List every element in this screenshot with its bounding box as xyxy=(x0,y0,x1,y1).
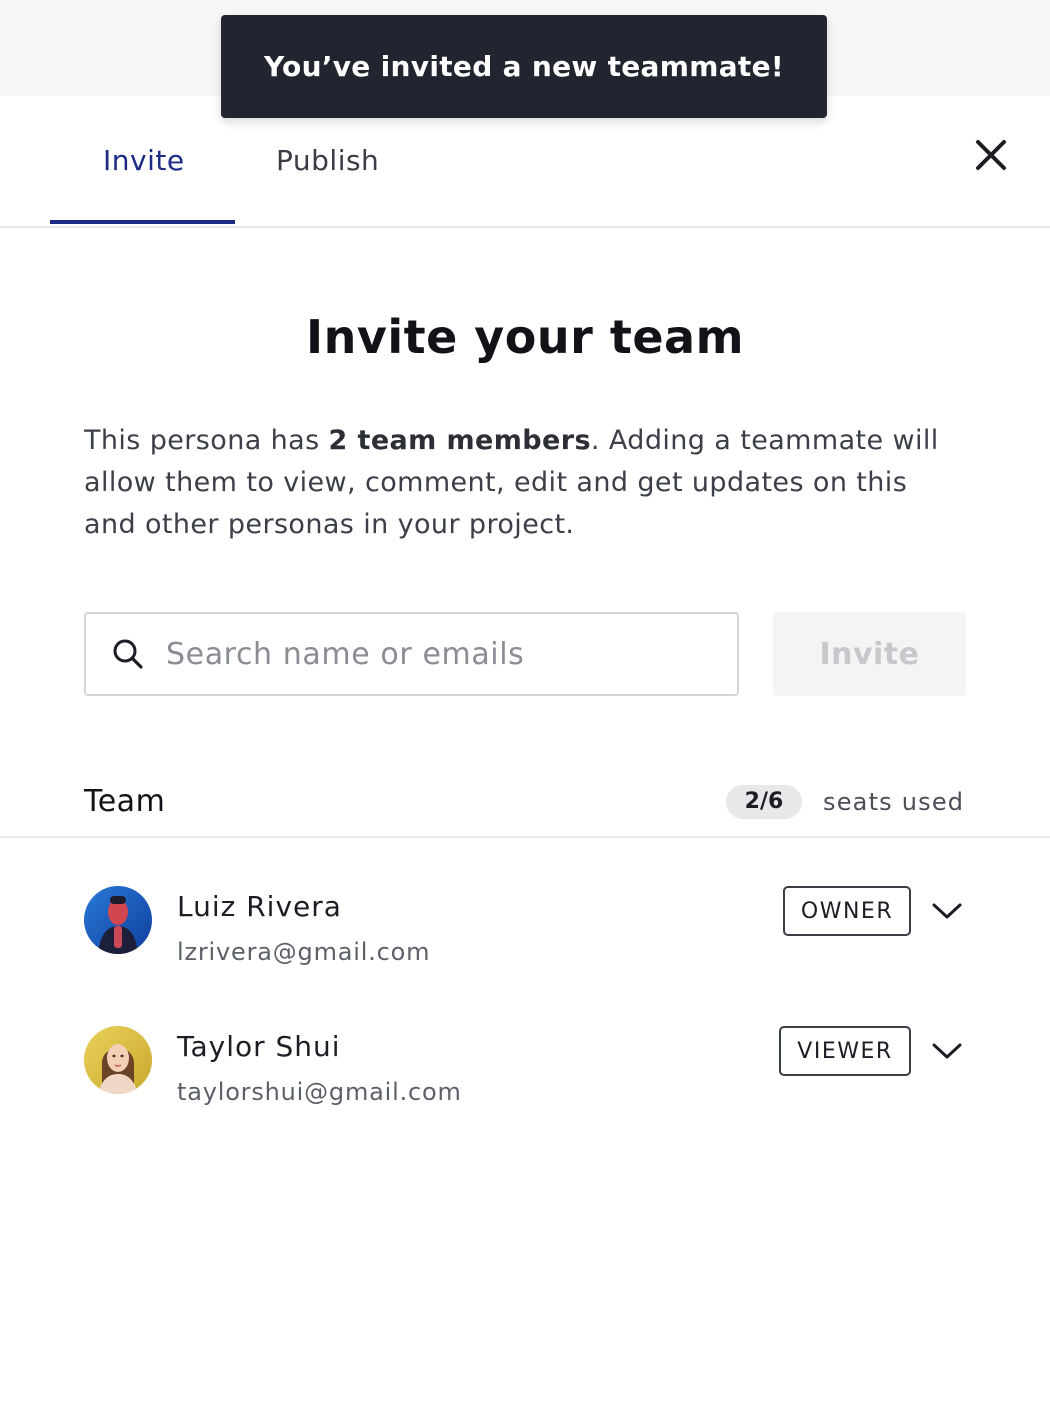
invite-button[interactable]: Invite xyxy=(773,612,966,696)
avatar xyxy=(84,886,152,954)
team-member-row: Luiz Rivera lzrivera@gmail.com OWNER xyxy=(0,886,1050,996)
member-name: Luiz Rivera xyxy=(177,890,342,923)
avatar xyxy=(84,1026,152,1094)
chevron-down-icon[interactable] xyxy=(930,1038,964,1064)
seats-badge: 2/6 xyxy=(726,785,802,819)
toast-notification: You’ve invited a new teammate! xyxy=(221,15,827,118)
search-icon xyxy=(110,636,146,672)
description-text-start: This persona has xyxy=(84,425,329,456)
team-label: Team xyxy=(84,784,166,819)
description: This persona has 2 team members. Adding … xyxy=(84,420,964,546)
role-select-owner[interactable]: OWNER xyxy=(783,886,911,936)
page-title: Invite your team xyxy=(305,310,744,364)
active-tab-indicator xyxy=(50,220,235,224)
close-icon[interactable] xyxy=(970,134,1012,176)
member-count: 2 team members xyxy=(328,425,591,456)
search-input[interactable] xyxy=(166,614,726,694)
search-field[interactable] xyxy=(84,612,739,696)
role-label: OWNER xyxy=(800,898,894,924)
team-member-row: Taylor Shui taylorshui@gmail.com VIEWER xyxy=(0,1026,1050,1136)
role-label: VIEWER xyxy=(797,1038,893,1064)
role-select-viewer[interactable]: VIEWER xyxy=(779,1026,911,1076)
member-email: lzrivera@gmail.com xyxy=(177,938,431,966)
tab-invite[interactable]: Invite xyxy=(103,144,185,177)
tab-publish[interactable]: Publish xyxy=(276,144,379,177)
toast-message: You’ve invited a new teammate! xyxy=(264,50,784,83)
seats-used-label: seats used xyxy=(823,788,965,816)
member-email: taylorshui@gmail.com xyxy=(177,1078,462,1106)
member-name: Taylor Shui xyxy=(177,1030,341,1063)
chevron-down-icon[interactable] xyxy=(930,898,964,924)
team-header: Team 2/6 seats used xyxy=(0,770,1050,838)
